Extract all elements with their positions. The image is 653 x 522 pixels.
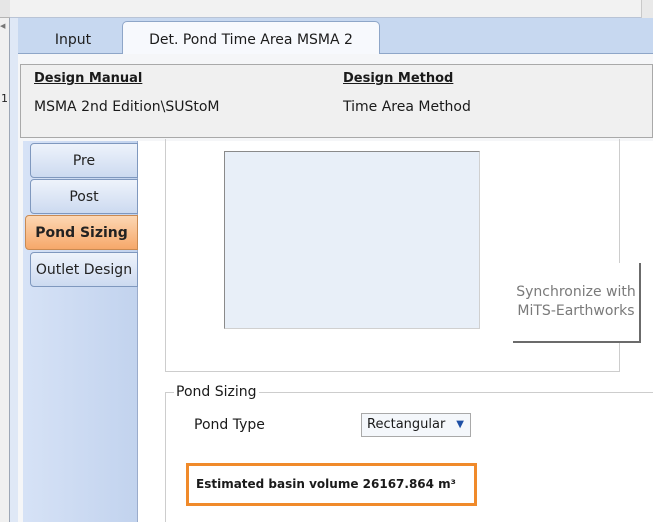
gutter-mark: 1 [1, 92, 8, 105]
pond-sizing-group: Pond Sizing Pond Type Rectangular ▼ Esti… [165, 384, 653, 522]
side-btn-outlet-design[interactable]: Outlet Design [30, 252, 138, 287]
collapse-arrow-icon[interactable]: ◀ [0, 22, 8, 32]
sync-line1: Synchronize with [516, 284, 636, 300]
pond-type-value: Rectangular [367, 417, 446, 432]
tab-input[interactable]: Input [28, 26, 118, 54]
side-btn-pre[interactable]: Pre [30, 143, 138, 178]
side-btn-pond-sizing[interactable]: Pond Sizing [25, 215, 138, 250]
design-method-value: Time Area Method [343, 99, 471, 115]
pond-sizing-title: Pond Sizing [174, 384, 259, 400]
side-nav: Pre Post Pond Sizing Outlet Design [23, 141, 138, 522]
tab-det-pond[interactable]: Det. Pond Time Area MSMA 2 [122, 21, 380, 55]
design-manual-value: MSMA 2nd Edition\SUStoM [34, 99, 220, 115]
design-manual-label: Design Manual [34, 71, 143, 86]
pond-type-select[interactable]: Rectangular ▼ [361, 413, 471, 437]
sync-mits-button[interactable]: Synchronize with MiTS-Earthworks [513, 263, 641, 343]
top-strip [10, 0, 653, 18]
left-gutter: ◀ 1 [0, 0, 10, 522]
design-header: Design Manual MSMA 2nd Edition\SUStoM De… [20, 64, 653, 138]
content-area: Synchronize with MiTS-Earthworks Pond Si… [138, 139, 653, 522]
pond-type-label: Pond Type [194, 417, 265, 433]
window-edge [641, 0, 653, 18]
tab-bar: Input Det. Pond Time Area MSMA 2 [18, 18, 653, 55]
preview-group: Synchronize with MiTS-Earthworks [165, 139, 641, 372]
side-btn-post[interactable]: Post [30, 179, 138, 214]
pond-preview [224, 151, 480, 329]
sync-line2: MiTS-Earthworks [517, 303, 635, 319]
gutter-header [0, 0, 10, 18]
estimated-volume: Estimated basin volume 26167.864 m³ [186, 463, 477, 506]
design-method-label: Design Method [343, 71, 454, 86]
dropdown-arrow-icon: ▼ [456, 419, 464, 430]
